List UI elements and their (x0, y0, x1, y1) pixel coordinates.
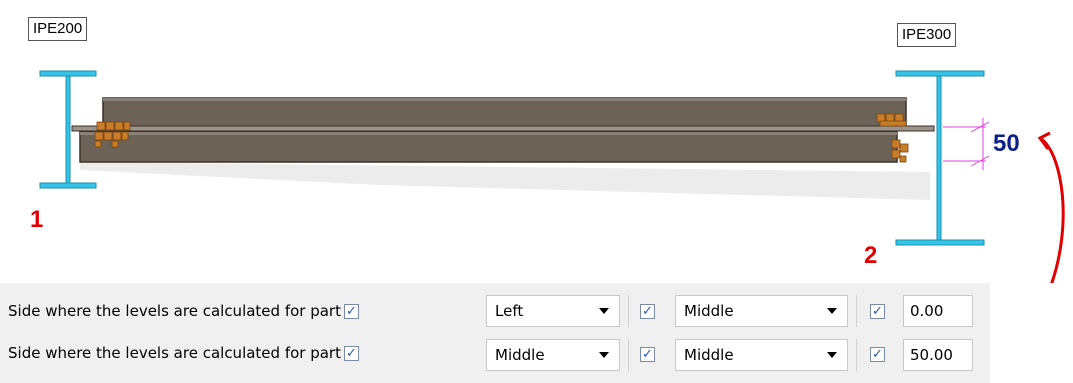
divider (628, 295, 629, 327)
row1-checkbox-3[interactable]: ✓ (870, 304, 885, 319)
right-profile-label: IPE300 (897, 23, 957, 47)
row2-side-combo-2[interactable]: Middle (675, 339, 848, 371)
upper-beam (102, 97, 907, 129)
row-label: Side where the levels are calculated for… (8, 344, 341, 362)
chevron-down-icon[interactable] (827, 352, 837, 358)
combo-value: Middle (684, 346, 734, 364)
levels-row-2: Side where the levels are calculated for… (8, 339, 359, 367)
row2-offset-input[interactable]: 50.00 (903, 339, 973, 371)
row2-checkbox-3[interactable]: ✓ (870, 347, 885, 362)
chevron-down-icon[interactable] (599, 352, 609, 358)
levels-row-1: Side where the levels are calculated for… (8, 297, 359, 325)
beam-shadow (80, 162, 930, 200)
lower-beam (79, 131, 898, 163)
offset-dimension (943, 118, 990, 170)
chevron-down-icon[interactable] (599, 308, 609, 314)
divider (856, 295, 857, 327)
combo-value: Middle (495, 346, 545, 364)
row1-offset-input[interactable]: 0.00 (903, 295, 973, 327)
left-column-number: 1 (30, 206, 44, 233)
divider (628, 339, 629, 371)
row1-side-combo-1[interactable]: Left (486, 295, 620, 327)
combo-value: Middle (684, 302, 734, 320)
connection-plate-line (71, 125, 935, 132)
row1-checkbox-1[interactable]: ✓ (343, 303, 359, 319)
row1-checkbox-2[interactable]: ✓ (640, 304, 655, 319)
row-label: Side where the levels are calculated for… (8, 302, 341, 320)
right-column-ipe300 (895, 70, 985, 246)
combo-value: Left (495, 302, 524, 320)
right-column-number: 2 (864, 242, 878, 269)
left-profile-label: IPE200 (28, 17, 88, 41)
divider (856, 339, 857, 371)
row1-side-combo-2[interactable]: Middle (675, 295, 848, 327)
row2-side-combo-1[interactable]: Middle (486, 339, 620, 371)
row2-checkbox-2[interactable]: ✓ (640, 347, 655, 362)
offset-value-label: 50 (993, 130, 1020, 157)
row2-checkbox-1[interactable]: ✓ (343, 345, 359, 361)
chevron-down-icon[interactable] (827, 308, 837, 314)
